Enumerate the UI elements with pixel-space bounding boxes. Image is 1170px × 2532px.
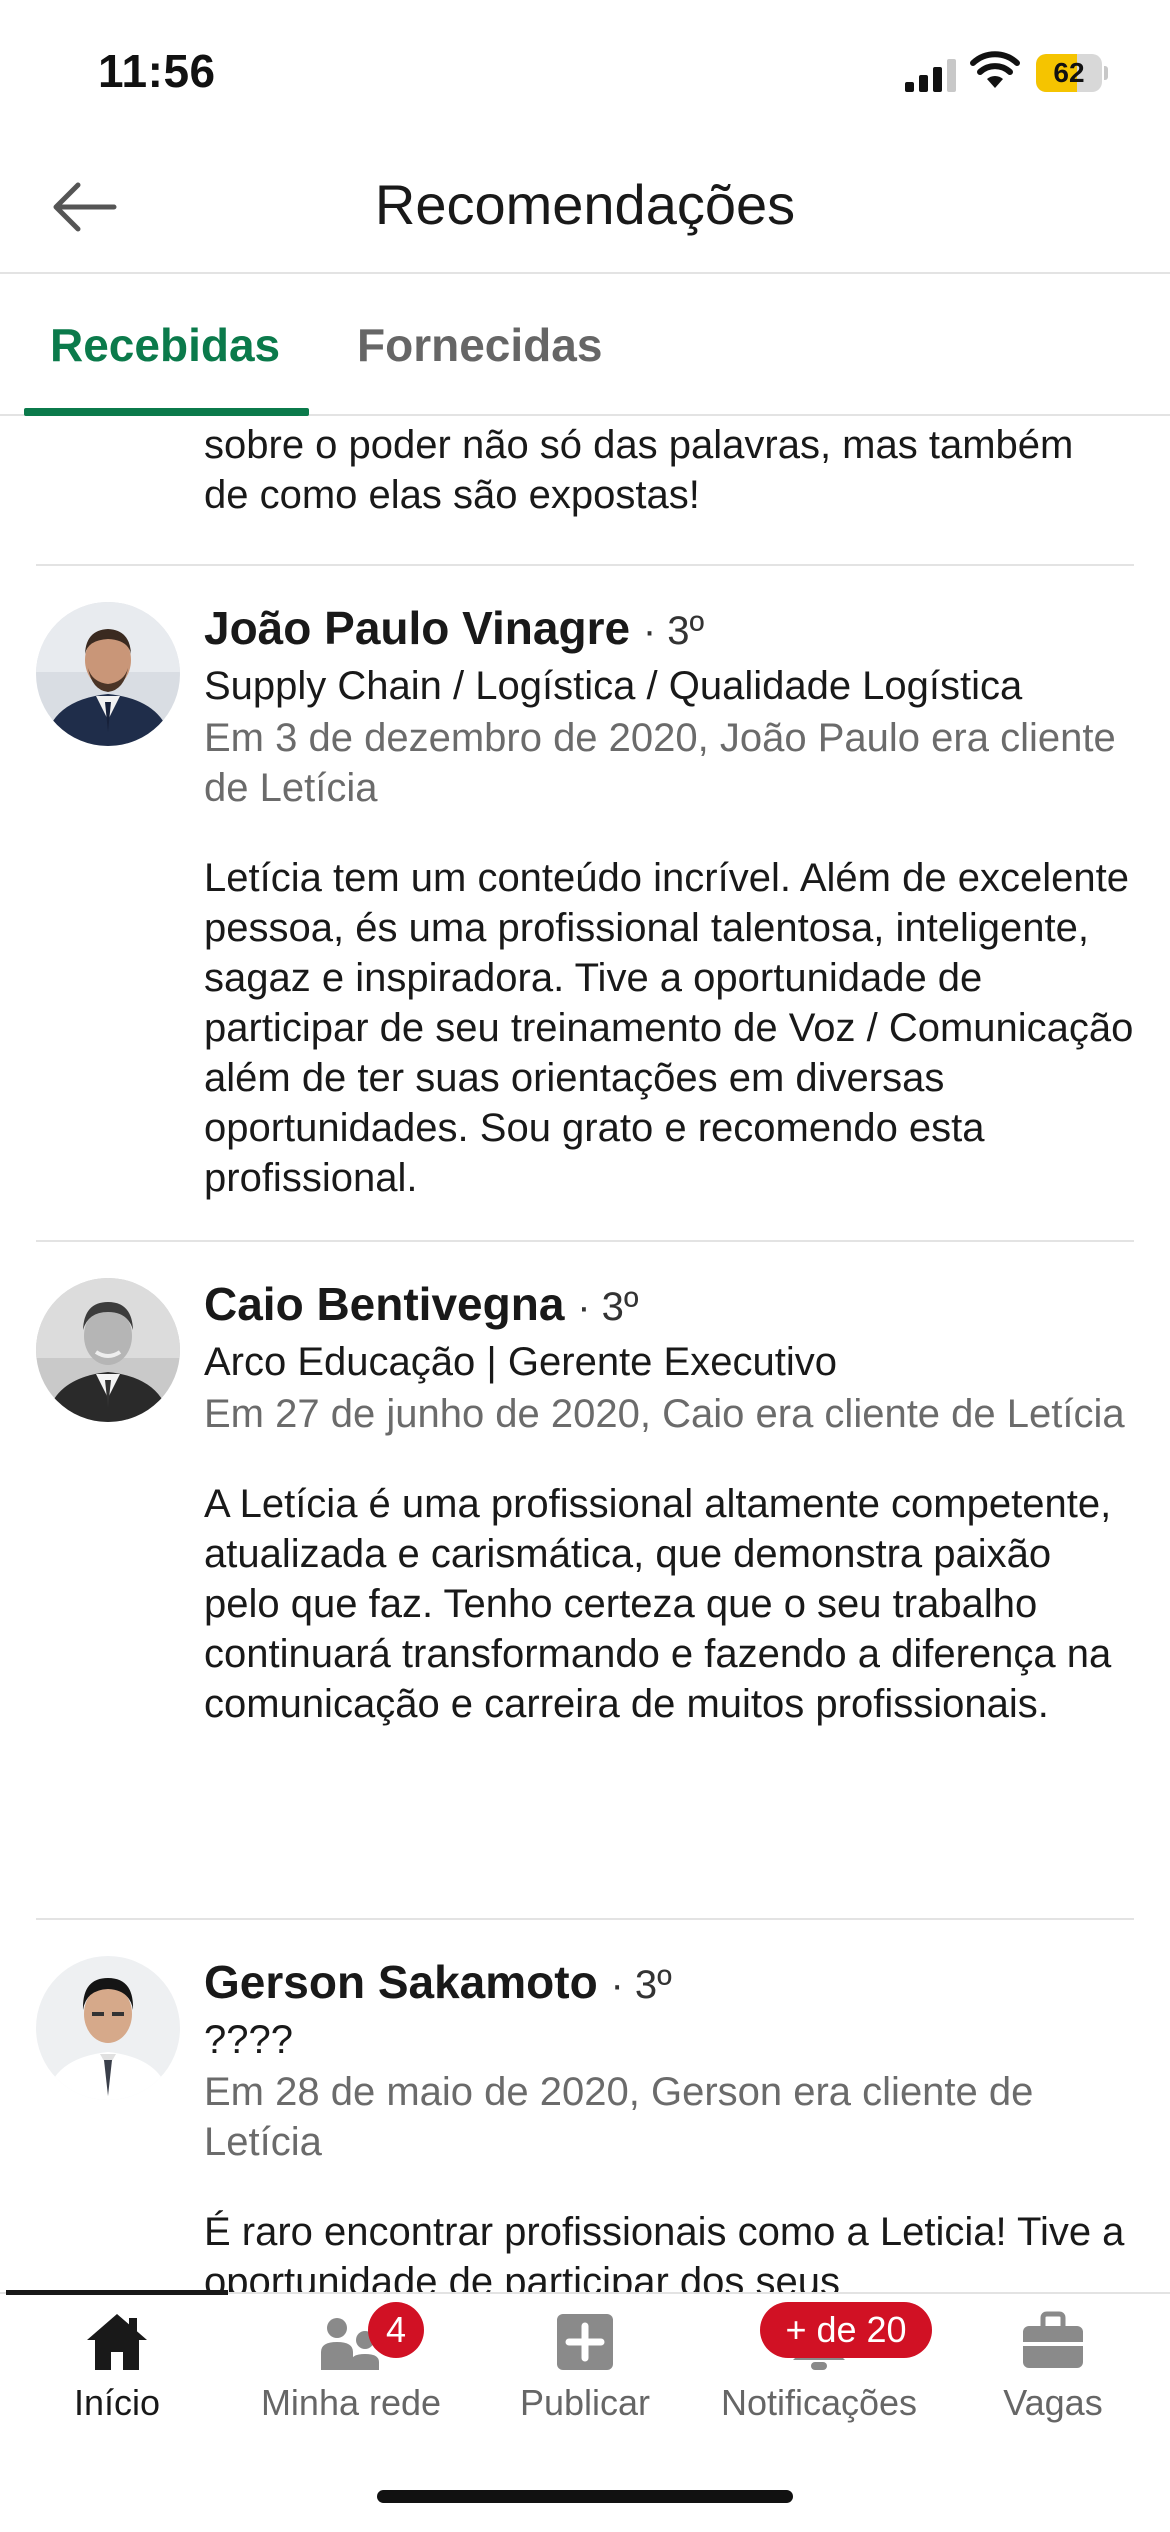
recommendation-text: sobre o poder não só das palavras, mas t… [204,423,1074,517]
recommendation-text: É raro encontrar profissionais como a Le… [204,2210,1125,2292]
recommender-name[interactable]: Gerson Sakamoto [204,1956,598,2008]
active-tab-indicator [24,408,309,416]
cellular-signal-icon [905,59,956,92]
recommendations-list[interactable]: o sobre o poder não só das palavras, mas… [0,418,1170,2292]
notification-badge: + de 20 [760,2302,932,2358]
connection-degree: · 3º [610,1963,672,2007]
recommendation-text: Letícia tem um conteúdo incrível. Além d… [204,856,1134,1200]
avatar[interactable] [36,1956,180,2100]
recommender-headline: Arco Educação | Gerente Executivo [204,1340,837,1384]
recommendation-text: A Letícia é uma profissional altamente c… [204,1482,1112,1726]
top-app-bar: Recomendações [0,150,1170,274]
nav-jobs[interactable]: Vagas [936,2294,1170,2434]
recommender-name[interactable]: João Paulo Vinagre [204,602,630,654]
connection-degree: · 3º [642,609,705,653]
briefcase-icon [1023,2311,1083,2368]
recommendation-meta: Em 28 de maio de 2020, Gerson era client… [204,2070,1034,2164]
home-icon [87,2314,147,2370]
recommender-name[interactable]: Caio Bentivegna [204,1278,564,1330]
tab-bar: Recebidas Fornecidas [0,274,1170,416]
nav-label: Início [73,2382,161,2423]
nav-label: Minha rede [260,2382,442,2423]
nav-label: Publicar [519,2382,651,2423]
battery-percent: 62 [1053,57,1085,88]
status-time: 11:56 [98,45,216,97]
recommendation-meta: Em 3 de dezembro de 2020, João Paulo era… [204,716,1116,810]
plus-square-icon [557,2314,613,2370]
divider [36,1918,1134,1920]
wifi-icon [970,51,1020,88]
notification-badge: 4 [368,2302,424,2358]
battery-indicator: 62 [1036,54,1108,92]
status-bar: 11:56 62 [0,0,1170,150]
home-indicator[interactable] [377,2490,793,2503]
nav-notifications[interactable]: + de 20 Notificações [702,2294,936,2434]
divider [36,564,1134,566]
avatar[interactable] [36,602,180,746]
avatar[interactable] [36,1278,180,1422]
tab-recebidas[interactable]: Recebidas [50,318,280,372]
recommender-headline: Supply Chain / Logística / Qualidade Log… [204,664,1023,708]
tab-fornecidas[interactable]: Fornecidas [357,318,602,372]
nav-label: Notificações [720,2382,918,2423]
page-title: Recomendações [374,173,796,236]
nav-post[interactable]: Publicar [468,2294,702,2434]
nav-my-network[interactable]: 4 Minha rede [234,2294,468,2434]
recommendation-meta: Em 27 de junho de 2020, Caio era cliente… [204,1392,1125,1436]
nav-label: Vagas [1003,2382,1103,2423]
connection-degree: · 3º [577,1285,639,1329]
nav-home[interactable]: Início [0,2294,234,2434]
recommender-headline: ???? [204,2018,293,2062]
divider [36,1240,1134,1242]
